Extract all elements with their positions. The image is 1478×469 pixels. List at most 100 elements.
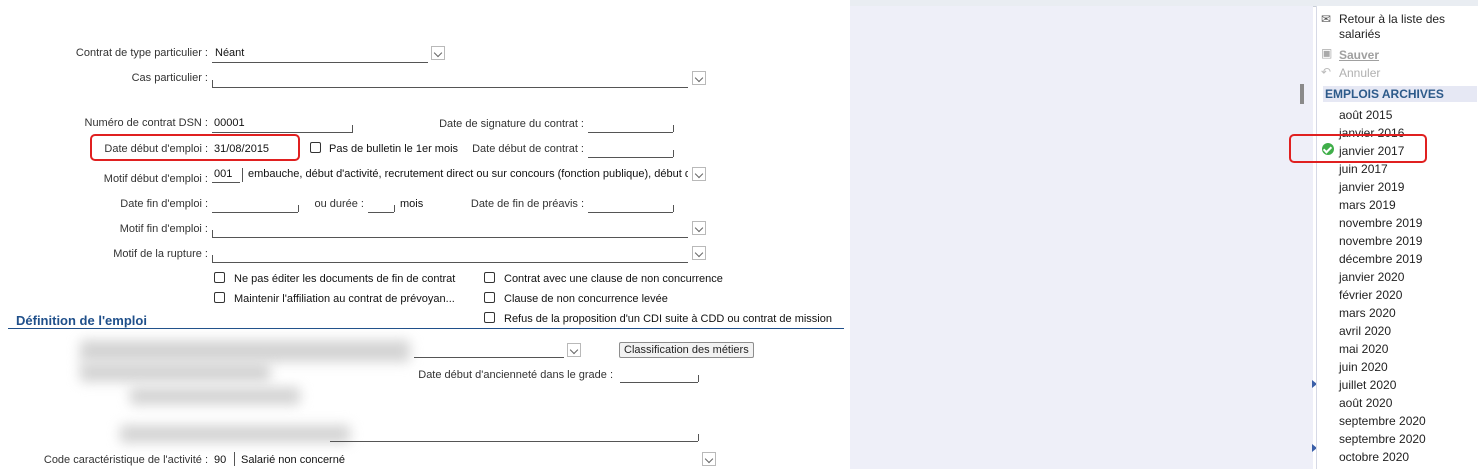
emploi-list-item[interactable]: août 2015 [1339,108,1392,122]
emplois-archives-heading: EMPLOIS ARCHIVES [1323,86,1477,102]
emploi-list-item[interactable]: mars 2019 [1339,198,1396,212]
motif-rupture-label: Motif de la rupture : [113,248,208,260]
cas-particulier-label: Cas particulier : [131,72,208,84]
code-activite-value: Salarié non concerné [241,454,345,466]
pas-bulletin-label: Pas de bulletin le 1er mois [329,143,459,155]
clause-non-concurrence-label: Contrat avec une clause de non concurren… [504,273,723,285]
redacted-dropdown-field[interactable] [414,357,564,358]
date-anciennete-grade-label: Date début d'ancienneté dans le grade : [418,369,613,381]
code-activite-separator [234,452,235,466]
redacted-field-2 [80,362,270,382]
date-signature-field[interactable] [588,132,673,133]
form-panel: Contrat de type particulier : Néant Cas … [0,0,850,466]
envelope-icon: ✉ [1321,12,1332,26]
numero-contrat-label: Numéro de contrat DSN : [84,117,209,129]
redacted-field-4 [120,425,350,443]
emploi-list-item[interactable]: janvier 2019 [1339,180,1404,194]
ou-duree-field[interactable] [368,212,394,213]
date-debut-contrat-field-end [673,150,674,157]
janvier-2017-highlight [1289,134,1427,163]
redacted-field-3 [130,387,300,405]
emploi-list-item[interactable]: août 2020 [1339,396,1392,410]
emploi-list-item[interactable]: juin 2020 [1339,360,1388,374]
date-fin-emploi-field-end [298,205,299,212]
emploi-list-item[interactable]: septembre 2020 [1339,432,1426,446]
maintenir-affiliation-checkbox[interactable] [214,292,225,303]
empty-background-area [850,6,1296,469]
motif-rupture-dropdown-button[interactable] [692,246,706,260]
clause-non-concurrence-checkbox[interactable] [484,272,495,283]
cas-particulier-field[interactable] [212,87,688,88]
pas-bulletin-checkbox[interactable] [310,142,321,153]
motif-debut-label: Motif début d'emploi : [103,173,208,185]
date-fin-preavis-label: Date de fin de préavis : [470,198,584,210]
scrollbar-thumb[interactable] [1300,84,1304,104]
contrat-type-label: Contrat de type particulier : [75,47,208,59]
annuler-button[interactable]: Annuler [1339,66,1380,80]
motif-debut-separator [242,168,243,182]
emploi-list-item[interactable]: juillet 2020 [1339,378,1396,392]
motif-fin-field[interactable] [212,237,688,238]
motif-debut-value: embauche, début d'activité, recrutement … [248,168,688,180]
save-icon: ▣ [1321,46,1333,60]
ne-pas-editer-checkbox[interactable] [214,272,225,283]
redacted-long-field-end [698,434,699,441]
cas-particulier-field-start [212,80,213,87]
numero-contrat-value: 00001 [214,117,245,129]
date-anciennete-grade-field-end [698,375,699,382]
section-title-definition-emploi: Définition de l'emploi [16,313,147,328]
refus-cdi-label: Refus de la proposition d'un CDI suite à… [504,313,832,325]
motif-debut-code[interactable]: 001 [214,168,232,180]
code-activite-dropdown-button[interactable] [702,452,716,466]
contrat-type-dropdown-button[interactable] [431,46,445,60]
code-activite-code[interactable]: 90 [214,454,226,466]
date-signature-field-end [673,125,674,132]
undo-icon: ↶ [1321,65,1332,79]
refus-cdi-checkbox[interactable] [484,312,495,323]
date-fin-preavis-field-end [673,205,674,212]
date-debut-contrat-label: Date début de contrat : [472,143,584,155]
ne-pas-editer-label: Ne pas éditer les documents de fin de co… [234,273,456,285]
motif-rupture-field-start [212,255,213,262]
emploi-list-item[interactable]: avril 2020 [1339,324,1391,338]
motif-rupture-field[interactable] [212,262,688,263]
redacted-field-1 [80,340,410,362]
date-signature-label: Date de signature du contrat : [439,118,584,130]
numero-contrat-field[interactable] [212,132,353,133]
ou-duree-field-end [394,205,395,212]
emploi-list-item[interactable]: novembre 2019 [1339,216,1422,230]
motif-fin-label: Motif fin d'emploi : [119,223,208,235]
contrat-type-underline [212,62,428,63]
sauver-button[interactable]: Sauver [1339,48,1379,62]
date-debut-emploi-value[interactable]: 31/08/2015 [214,143,269,155]
motif-fin-field-start [212,230,213,237]
redacted-long-field[interactable] [330,441,698,442]
date-debut-emploi-label: Date début d'emploi : [104,143,208,155]
code-activite-label: Code caractéristique de l'activité : [43,454,208,466]
motif-debut-dropdown-button[interactable] [692,167,706,181]
date-debut-contrat-field[interactable] [588,157,673,158]
emploi-list-item[interactable]: janvier 2020 [1339,270,1404,284]
emploi-list-item[interactable]: mai 2020 [1339,342,1388,356]
emploi-list-item[interactable]: juin 2017 [1339,162,1388,176]
date-fin-emploi-field[interactable] [212,212,298,213]
date-fin-preavis-field[interactable] [588,212,673,213]
emploi-list-item[interactable]: décembre 2019 [1339,252,1422,266]
right-sidebar: ✉ Retour à la liste des salariés ▣ Sauve… [1316,6,1478,469]
contrat-type-value: Néant [215,47,245,59]
splitter[interactable] [1296,6,1313,469]
emploi-list-item[interactable]: septembre 2020 [1339,414,1426,428]
numero-contrat-field-end [352,125,353,132]
retour-liste-link[interactable]: Retour à la liste des salariés [1339,12,1475,42]
motif-fin-dropdown-button[interactable] [692,221,706,235]
cas-particulier-dropdown-button[interactable] [692,71,706,85]
emploi-list-item[interactable]: novembre 2019 [1339,234,1422,248]
date-anciennete-grade-field[interactable] [620,382,698,383]
maintenir-affiliation-label: Maintenir l'affiliation au contrat de pr… [234,293,455,305]
emploi-list-item[interactable]: mars 2020 [1339,306,1396,320]
redacted-dropdown-button[interactable] [567,343,581,357]
clause-levee-checkbox[interactable] [484,292,495,303]
emploi-list-item[interactable]: octobre 2020 [1339,450,1409,464]
classification-metiers-button[interactable]: Classification des métiers [619,342,754,358]
emploi-list-item[interactable]: février 2020 [1339,288,1402,302]
